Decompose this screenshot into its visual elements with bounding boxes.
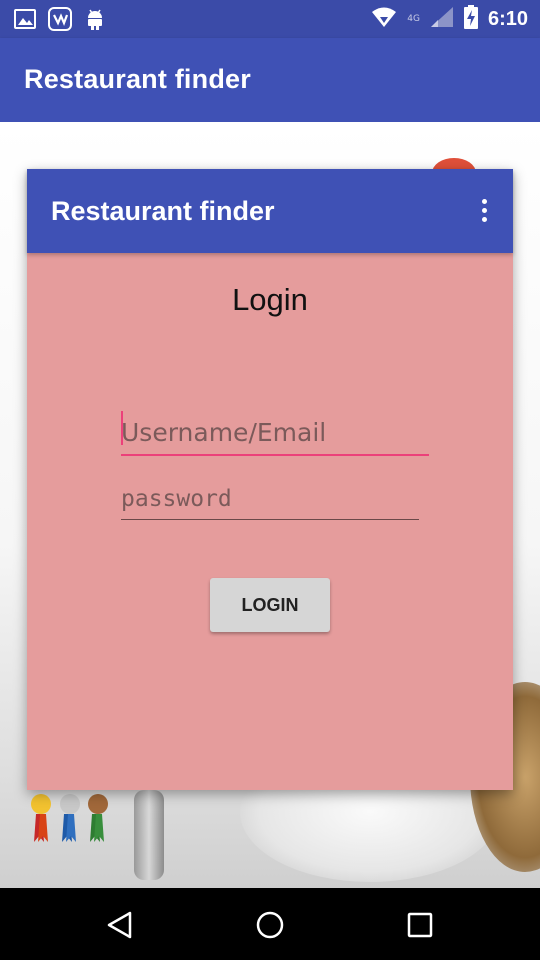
- system-icons: 4G 6:10: [371, 5, 528, 33]
- username-email-field[interactable]: [121, 410, 429, 456]
- award-badges: [30, 790, 114, 850]
- notification-icons: [14, 7, 106, 35]
- login-heading: Login: [232, 282, 308, 317]
- cutlery-image: [134, 790, 164, 880]
- login-button[interactable]: LOGIN: [210, 578, 330, 632]
- dialog-toolbar: Restaurant finder: [27, 169, 513, 253]
- password-field[interactable]: [121, 479, 419, 520]
- navigation-bar: [0, 888, 540, 960]
- android-icon: [84, 7, 106, 35]
- saavn-icon: [48, 7, 72, 35]
- clock: 6:10: [487, 7, 528, 30]
- home-icon[interactable]: [253, 908, 287, 942]
- wifi-icon: [371, 6, 397, 32]
- login-dialog: Restaurant finder Login LOGIN: [27, 169, 513, 790]
- app-bar: Restaurant finder: [0, 38, 540, 122]
- more-vert-icon[interactable]: [479, 199, 489, 227]
- status-bar: 4G 6:10: [0, 0, 540, 38]
- back-icon[interactable]: [103, 908, 137, 942]
- recents-icon[interactable]: [403, 908, 437, 942]
- signal-icon: [430, 6, 454, 32]
- text-cursor: [121, 411, 123, 445]
- app-title: Restaurant finder: [24, 64, 251, 94]
- image-icon: [14, 8, 36, 34]
- network-type-label: 4G: [407, 14, 420, 24]
- battery-charging-icon: [463, 5, 478, 33]
- dialog-title: Restaurant finder: [51, 196, 275, 226]
